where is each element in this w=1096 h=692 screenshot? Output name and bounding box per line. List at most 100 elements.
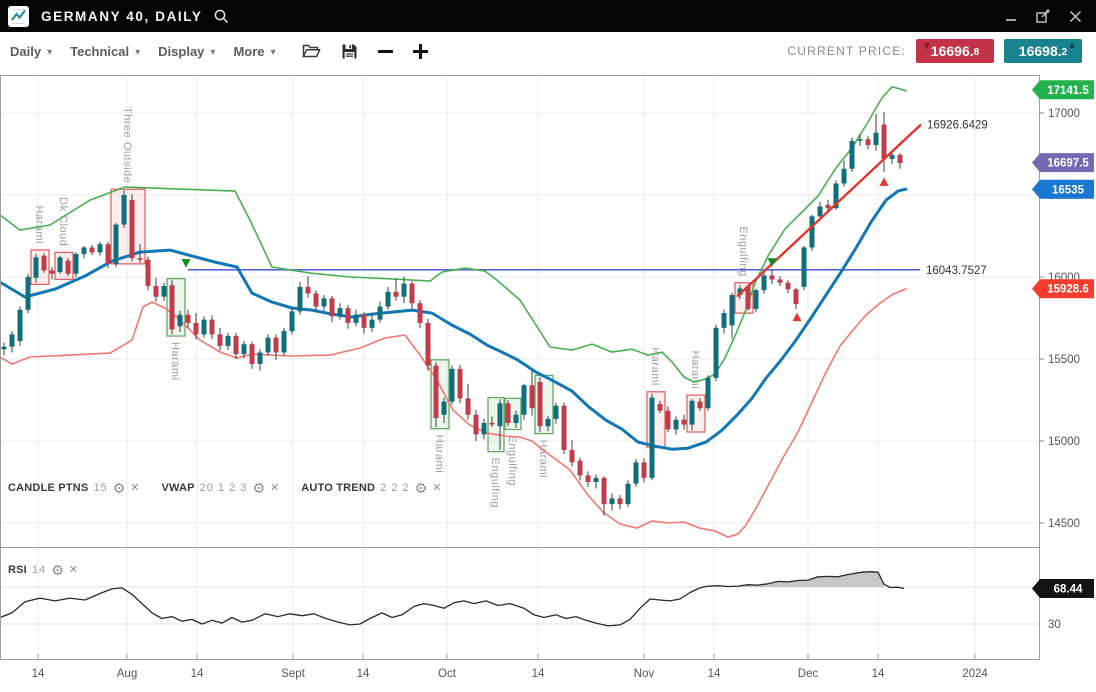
technical-dropdown-label: Technical <box>70 44 129 59</box>
display-dropdown[interactable]: Display ▾ <box>158 44 215 59</box>
indicator-name: VWAP <box>161 482 194 494</box>
trend-line-value: 16926.6429 <box>927 119 988 131</box>
time-tick-label: 14 <box>532 668 545 680</box>
svg-text:16697.5: 16697.5 <box>1047 158 1089 170</box>
window-controls <box>1000 5 1086 27</box>
time-tick-label: 14 <box>708 668 721 680</box>
gear-icon[interactable]: ⚙ <box>252 483 265 493</box>
svg-text:16535: 16535 <box>1052 184 1085 196</box>
remove-indicator-icon[interactable]: ✕ <box>432 481 441 494</box>
rsi-panel-legend: RSI 14 ⚙ ✕ <box>8 563 78 576</box>
bid-price-value: 16696. <box>931 43 974 59</box>
price-level-badge: 16697.5 <box>1032 153 1094 172</box>
price-tick-label: 14500 <box>1048 518 1080 530</box>
svg-text:Harami: Harami <box>169 342 181 380</box>
current-price-label: CURRENT PRICE: <box>787 44 906 58</box>
indicator-auto-trend: AUTO TREND 2 2 2 ⚙ ✕ <box>301 481 441 494</box>
candlesticks <box>2 112 903 515</box>
buy-signal-triangle <box>880 177 889 186</box>
gear-icon[interactable]: ⚙ <box>113 483 126 493</box>
time-tick-label: Oct <box>438 668 457 680</box>
axes: 17000165001600015500150001450014Aug14Sep… <box>32 108 1080 680</box>
chart-canvas[interactable]: Harami Dk Cloud Three Outside Harami Harami E… <box>0 70 1096 687</box>
indicator-name: CANDLE PTNS <box>8 482 88 494</box>
save-icon[interactable] <box>341 43 358 60</box>
svg-text:Harami: Harami <box>33 205 45 243</box>
app-logo-icon <box>8 6 29 27</box>
price-tick-label: 15500 <box>1048 354 1080 366</box>
time-tick-label: 2024 <box>962 668 988 680</box>
time-tick-label: 14 <box>191 668 204 680</box>
sell-signal-triangle <box>182 259 191 268</box>
price-level-badge: 17141.5 <box>1032 80 1094 99</box>
svg-text:15928.6: 15928.6 <box>1047 284 1089 296</box>
indicator-name: RSI <box>8 564 27 576</box>
svg-text:Harami: Harami <box>433 435 445 473</box>
rsi-line <box>0 572 904 626</box>
time-tick-label: Aug <box>117 668 137 680</box>
remove-indicator-icon[interactable]: ✕ <box>69 563 78 576</box>
technical-dropdown[interactable]: Technical ▾ <box>70 44 140 59</box>
time-tick-label: 14 <box>357 668 370 680</box>
svg-text:Engulfing: Engulfing <box>489 458 501 508</box>
minimize-button[interactable] <box>1000 5 1022 27</box>
svg-text:17141.5: 17141.5 <box>1047 85 1089 97</box>
pattern-labels: Harami Dk Cloud Three Outside Harami Harami E… <box>33 107 749 508</box>
rsi-level-label: 30 <box>1048 619 1061 631</box>
buy-signal-triangle <box>793 313 802 322</box>
more-dropdown-label: More <box>233 44 264 59</box>
chevron-down-icon: ▾ <box>47 47 52 58</box>
arrow-down-icon: ▼ <box>922 42 932 52</box>
indicator-params: 20 1 2 3 <box>200 482 248 494</box>
time-tick-label: 14 <box>872 668 885 680</box>
ask-price-badge: 16698.2 ▲ <box>1004 39 1082 63</box>
rsi-value-badge: 68.44 <box>1032 579 1094 598</box>
titlebar: GERMANY 40, DAILY <box>0 0 1096 32</box>
indicator-vwap: VWAP 20 1 2 3 ⚙ ✕ <box>161 481 279 494</box>
timeframe-dropdown[interactable]: Daily ▾ <box>10 44 52 59</box>
indicator-params: 15 <box>93 482 107 494</box>
indicator-name: AUTO TREND <box>301 482 375 494</box>
svg-text:Three Outside: Three Outside <box>121 107 133 183</box>
price-tick-label: 17000 <box>1048 108 1080 120</box>
signal-markers <box>182 177 889 321</box>
rsi-overbought-fill <box>708 572 884 587</box>
time-tick-label: Sept <box>281 668 305 680</box>
popout-button[interactable] <box>1032 5 1054 27</box>
svg-text:Harami: Harami <box>689 351 701 389</box>
indicator-candle-patterns: CANDLE PTNS 15 ⚙ ✕ <box>8 481 139 494</box>
time-tick-label: Nov <box>634 668 655 680</box>
support-line-value: 16043.7527 <box>926 265 987 277</box>
svg-text:Dk Cloud: Dk Cloud <box>57 197 69 246</box>
arrow-up-icon: ▲ <box>1067 41 1077 51</box>
gear-icon[interactable]: ⚙ <box>51 565 64 575</box>
open-folder-icon[interactable] <box>302 43 321 59</box>
search-icon[interactable] <box>213 8 230 25</box>
price-tick-label: 15000 <box>1048 436 1080 448</box>
more-dropdown[interactable]: More ▾ <box>233 44 275 59</box>
price-level-badge: 16535 <box>1032 180 1094 199</box>
price-panel-legend: CANDLE PTNS 15 ⚙ ✕ VWAP 20 1 2 3 ⚙ ✕ AUT… <box>8 481 441 494</box>
price-chart-svg: Harami Dk Cloud Three Outside Harami Harami E… <box>0 70 1096 687</box>
ask-price-value: 16698. <box>1019 43 1062 59</box>
remove-indicator-icon[interactable]: ✕ <box>270 481 279 494</box>
bid-price-badge: ▼ 16696.8 <box>916 39 994 63</box>
zoom-in-icon[interactable] <box>413 44 428 59</box>
time-tick-label: 14 <box>32 668 45 680</box>
auto-trend-line <box>737 124 921 296</box>
chevron-down-icon: ▾ <box>135 47 140 58</box>
time-tick-label: Dec <box>798 668 819 680</box>
svg-text:68.44: 68.44 <box>1054 583 1083 595</box>
window-title: GERMANY 40, DAILY <box>41 9 203 24</box>
indicator-rsi: RSI 14 ⚙ ✕ <box>8 563 78 576</box>
zoom-out-icon[interactable] <box>378 44 393 59</box>
toolbar: Daily ▾ Technical ▾ Display ▾ More ▾ <box>0 32 1096 70</box>
gear-icon[interactable]: ⚙ <box>415 483 428 493</box>
close-icon[interactable] <box>1064 5 1086 27</box>
remove-indicator-icon[interactable]: ✕ <box>130 481 139 494</box>
svg-text:Engulfing: Engulfing <box>506 436 518 486</box>
timeframe-dropdown-label: Daily <box>10 44 41 59</box>
chevron-down-icon: ▾ <box>210 47 215 58</box>
indicator-params: 2 2 2 <box>380 482 409 494</box>
display-dropdown-label: Display <box>158 44 204 59</box>
